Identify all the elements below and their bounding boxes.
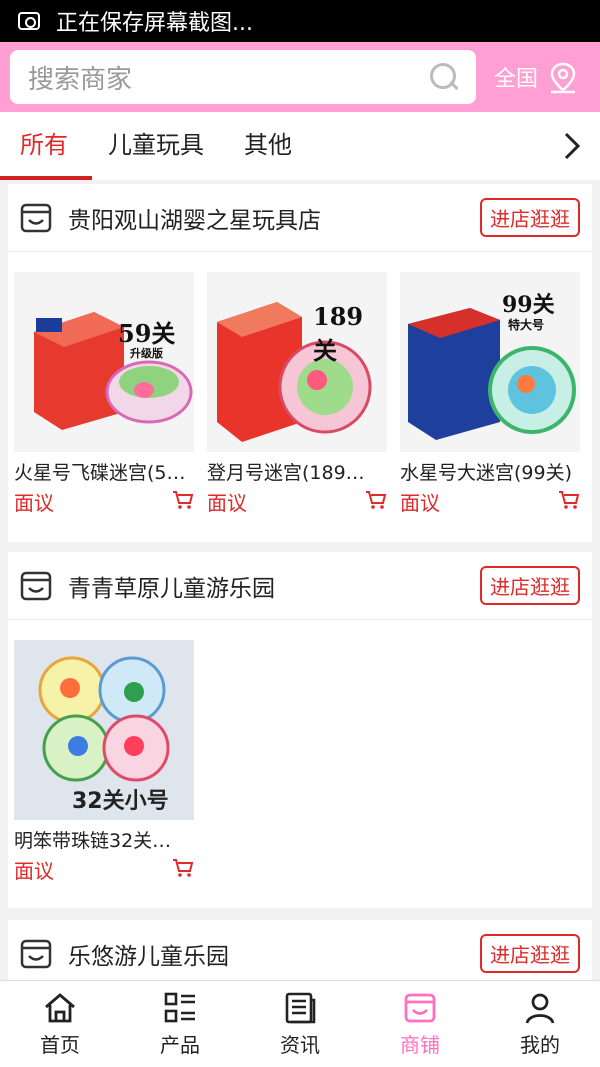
cart-icon[interactable] <box>558 490 580 514</box>
product-name[interactable]: 登月号迷宫(189… <box>207 458 387 485</box>
nav-stores[interactable]: 商铺 <box>360 981 480 1067</box>
shop-header: 贵阳观山湖婴之星玩具店 进店逛逛 <box>8 184 592 252</box>
home-icon <box>45 992 75 1022</box>
shop-card: 青青草原儿童游乐园 进店逛逛 32关小号 明笨带珠链32关… 面议 <box>8 552 592 908</box>
product-image-sublabel: 升级版 <box>130 347 163 360</box>
search-input[interactable]: 搜索商家 <box>10 50 476 104</box>
top-bar: 搜索商家 全国 <box>0 42 600 112</box>
product-card[interactable]: 32关小号 明笨带珠链32关… 面议 <box>14 640 194 884</box>
nav-home[interactable]: 首页 <box>0 981 120 1067</box>
nav-products[interactable]: 产品 <box>120 981 240 1067</box>
search-icon[interactable] <box>430 63 458 91</box>
cart-icon[interactable] <box>172 858 194 882</box>
shop-name: 青青草原儿童游乐园 <box>68 575 275 602</box>
nav-label: 产品 <box>160 1032 200 1057</box>
news-icon <box>285 992 316 1023</box>
location-pin-icon <box>548 62 576 94</box>
bottom-navigation: 首页 产品 资讯 商铺 我的 <box>0 980 600 1067</box>
store-icon <box>20 939 52 969</box>
chevron-right-icon[interactable] <box>562 132 582 160</box>
nav-label: 资讯 <box>280 1032 320 1057</box>
visit-store-button[interactable]: 进店逛逛 <box>480 934 580 973</box>
product-image-label: 59关 <box>118 319 176 348</box>
nav-label: 商铺 <box>400 1032 440 1057</box>
product-list: 59关 升级版 火星号飞碟迷宫(5… 面议 189关 登月号迷宫(189… 面议… <box>8 252 592 516</box>
product-image-sublabel: 特大号 <box>508 318 545 332</box>
cart-icon[interactable] <box>172 490 194 514</box>
nav-news[interactable]: 资讯 <box>240 981 360 1067</box>
status-bar: 正在保存屏幕截图... <box>0 0 600 42</box>
category-tabs: 所有 儿童玩具 其他 <box>0 112 600 180</box>
cart-icon[interactable] <box>365 490 387 514</box>
tab-other[interactable]: 其他 <box>224 112 312 180</box>
shop-header: 乐悠游儿童乐园 进店逛逛 <box>8 920 592 980</box>
product-name[interactable]: 水星号大迷宫(99关) <box>400 458 580 485</box>
product-image-label: 99关 <box>502 292 555 318</box>
nav-label: 我的 <box>520 1032 560 1057</box>
visit-store-button[interactable]: 进店逛逛 <box>480 566 580 605</box>
grid-list-icon <box>164 992 195 1022</box>
visit-store-button[interactable]: 进店逛逛 <box>480 198 580 237</box>
product-price: 面议 <box>207 491 247 515</box>
search-placeholder: 搜索商家 <box>28 64 133 95</box>
region-label: 全国 <box>494 67 539 92</box>
store-icon <box>20 203 52 233</box>
product-card[interactable]: 99关 特大号 水星号大迷宫(99关) 面议 <box>400 272 580 516</box>
product-image[interactable]: 99关 特大号 <box>400 272 580 452</box>
screenshot-icon <box>18 12 40 30</box>
shop-card: 贵阳观山湖婴之星玩具店 进店逛逛 59关 升级版 火星号飞碟迷宫(5… 面议 1… <box>8 184 592 542</box>
product-card[interactable]: 189关 登月号迷宫(189… 面议 <box>207 272 387 516</box>
status-text: 正在保存屏幕截图... <box>56 11 253 36</box>
shop-name: 乐悠游儿童乐园 <box>68 943 229 970</box>
shop-card: 乐悠游儿童乐园 进店逛逛 <box>8 920 592 980</box>
product-price: 面议 <box>400 491 440 515</box>
nav-profile[interactable]: 我的 <box>480 981 600 1067</box>
product-card[interactable]: 59关 升级版 火星号飞碟迷宫(5… 面议 <box>14 272 194 516</box>
product-name[interactable]: 火星号飞碟迷宫(5… <box>14 458 194 485</box>
shop-header: 青青草原儿童游乐园 进店逛逛 <box>8 552 592 620</box>
product-image-label: 189关 <box>313 302 364 365</box>
product-price: 面议 <box>14 859 54 883</box>
nav-label: 首页 <box>40 1032 80 1057</box>
region-selector[interactable]: 全国 <box>494 61 576 94</box>
store-icon <box>404 993 436 1022</box>
product-image[interactable]: 189关 <box>207 272 387 452</box>
product-image-label: 32关小号 <box>72 789 169 814</box>
product-image[interactable]: 32关小号 <box>14 640 194 820</box>
store-icon <box>20 571 52 601</box>
product-price: 面议 <box>14 491 54 515</box>
product-image[interactable]: 59关 升级版 <box>14 272 194 452</box>
product-list: 32关小号 明笨带珠链32关… 面议 <box>8 620 592 884</box>
shop-name: 贵阳观山湖婴之星玩具店 <box>68 207 321 234</box>
tab-all[interactable]: 所有 <box>0 112 92 180</box>
tab-kids-toys[interactable]: 儿童玩具 <box>88 112 224 180</box>
product-name[interactable]: 明笨带珠链32关… <box>14 826 194 853</box>
user-icon <box>525 993 555 1024</box>
